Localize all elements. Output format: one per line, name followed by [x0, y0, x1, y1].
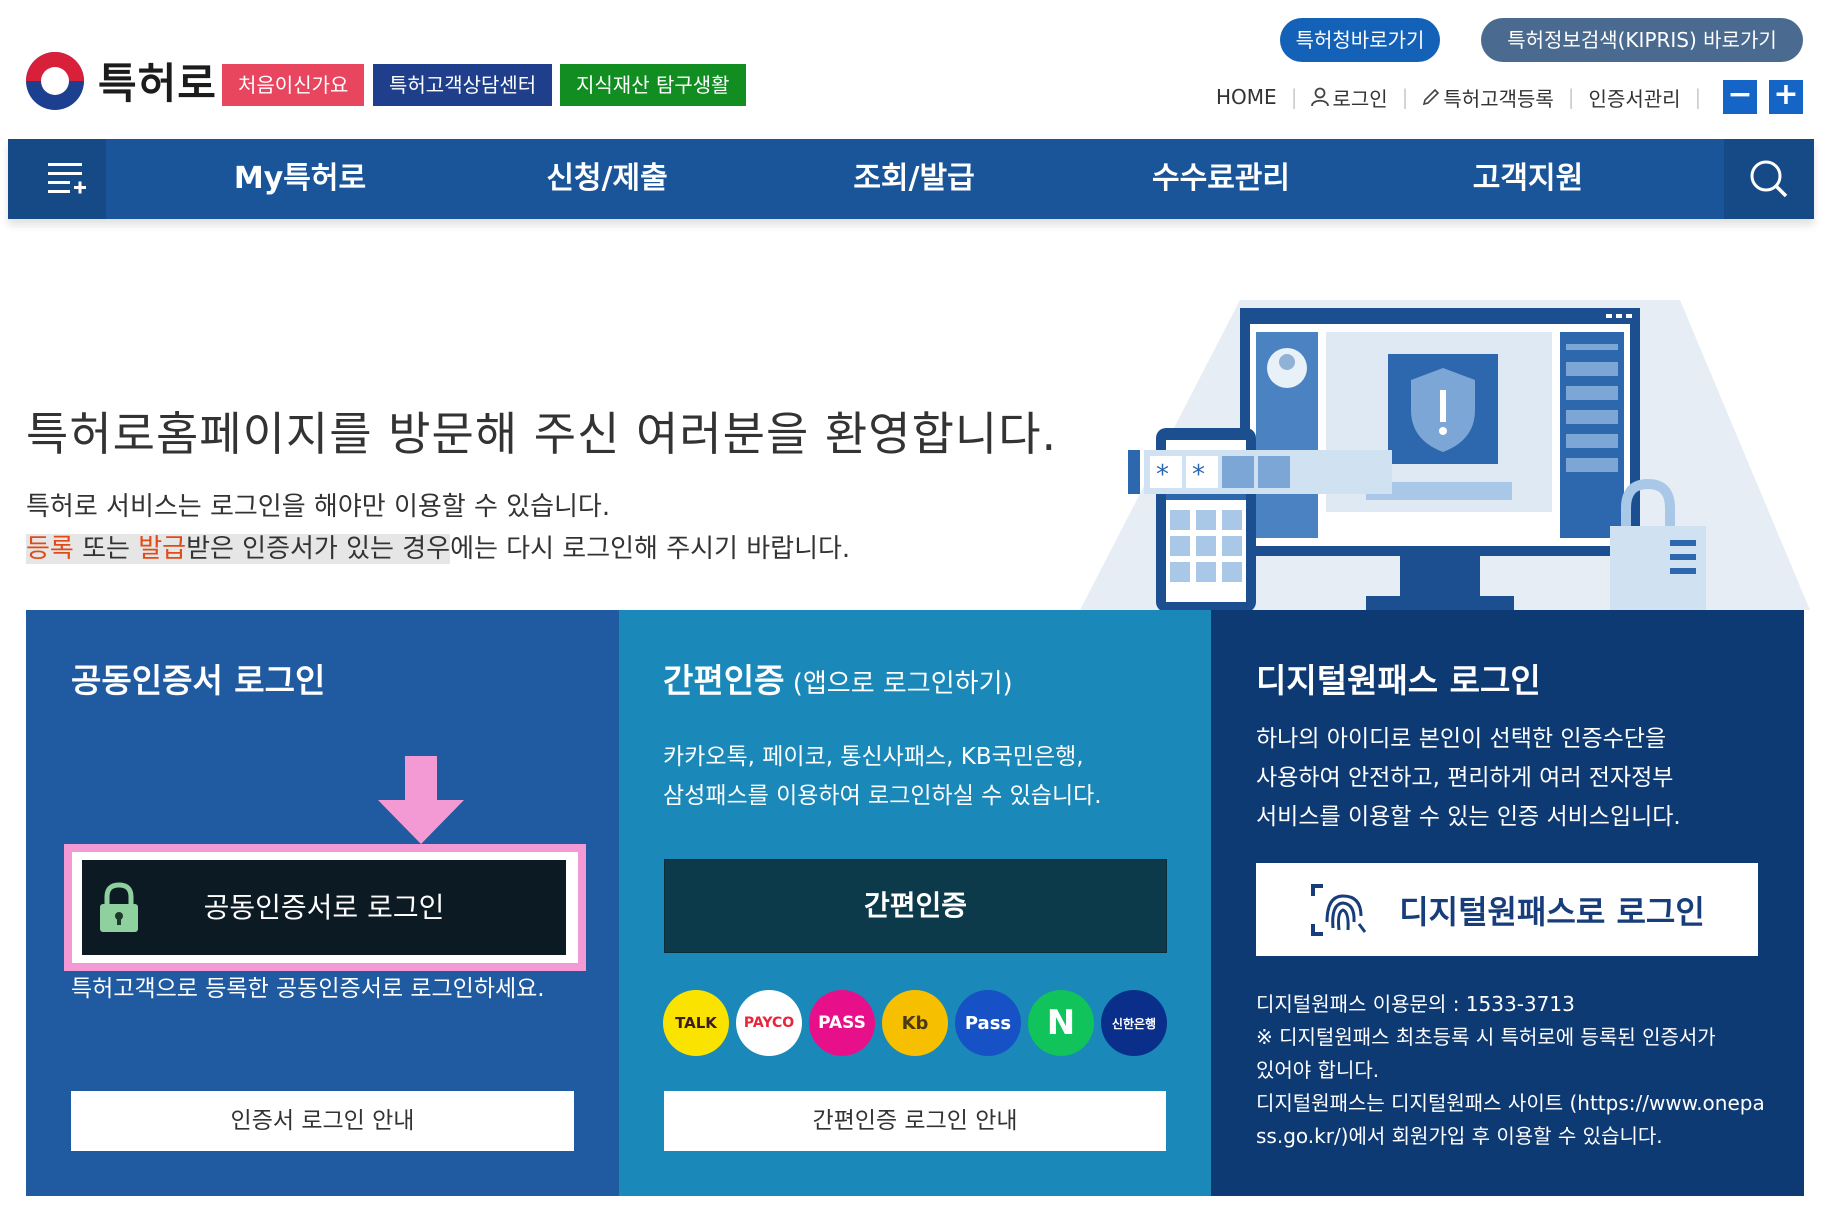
nav-apply-submit[interactable]: 신청/제출	[497, 139, 717, 219]
certificate-login-title: 공동인증서 로그인	[71, 661, 326, 700]
easy-auth-title: 간편인증 (앱으로 로그인하기)	[663, 654, 1013, 702]
digital-onepass-info: 디지털원패스 이용문의 : 1533-3713 ※ 디지털원패스 최초등록 시 …	[1256, 988, 1765, 1153]
fingerprint-icon	[1311, 883, 1367, 936]
certificate-login-button[interactable]: 공동인증서로 로그인	[82, 860, 566, 955]
pink-down-arrow-icon	[378, 756, 464, 844]
notice-text-part: 또는	[73, 534, 139, 564]
utility-menu: HOME | 로그인 | 특허고객등록 | 인증서관리 |	[1216, 82, 1715, 112]
pass-icon[interactable]: PASS	[809, 990, 875, 1056]
svg-text:*: *	[1192, 460, 1205, 490]
nav-fee-management[interactable]: 수수료관리	[1111, 139, 1331, 219]
nav-customer-support[interactable]: 고객지원	[1418, 139, 1638, 219]
government-emblem-icon	[26, 51, 84, 110]
notice-text-part: 받은 인증서가 있는 경우	[186, 534, 451, 564]
kipo-link-button[interactable]: 특허청바로가기	[1280, 18, 1440, 62]
zoom-out-button[interactable]: −	[1723, 80, 1757, 114]
zoom-in-button[interactable]: +	[1769, 80, 1803, 114]
svg-text:*: *	[1156, 460, 1169, 490]
digital-onepass-desc-2: 사용하여 안전하고, 편리하게 여러 전자정부	[1256, 765, 1674, 791]
login-required-text: 특허로 서비스는 로그인을 해야만 이용할 수 있습니다.	[26, 492, 611, 522]
digital-onepass-desc-1: 하나의 아이디로 본인이 선택한 인증수단을	[1256, 726, 1667, 752]
login-label: 로그인	[1332, 86, 1388, 111]
digital-onepass-login-button[interactable]: 디지털원패스로 로그인	[1256, 863, 1758, 956]
search-icon	[1750, 160, 1788, 198]
kb-bank-icon[interactable]: Kb	[882, 990, 948, 1056]
easy-auth-desc-1: 카카오톡, 페이코, 통신사패스, KB국민은행,	[663, 744, 1084, 770]
kakaotalk-icon[interactable]: TALK	[663, 990, 729, 1056]
divider: |	[1567, 85, 1575, 109]
login-link[interactable]: 로그인	[1311, 83, 1388, 112]
register-label: 특허고객등록	[1443, 86, 1554, 111]
divider: |	[1290, 85, 1298, 109]
home-link[interactable]: HOME	[1216, 85, 1277, 109]
onepass-contact: 디지털원패스 이용문의 : 1533-3713	[1256, 992, 1575, 1016]
notice-text-part: 에는 다시 로그인해 주시기 바랍니다.	[450, 534, 851, 564]
menu-icon	[48, 163, 86, 194]
easy-auth-guide-button[interactable]: 간편인증 로그인 안내	[664, 1091, 1166, 1151]
certificate-login-label: 공동인증서로 로그인	[203, 891, 445, 924]
ip-exploration-button[interactable]: 지식재산 탐구생활	[560, 64, 746, 106]
digital-onepass-desc-3: 서비스를 이용할 수 있는 인증 서비스입니다.	[1256, 804, 1681, 830]
payco-icon[interactable]: PAYCO	[736, 990, 802, 1056]
customer-center-button[interactable]: 특허고객상담센터	[373, 64, 553, 106]
samsung-pass-icon[interactable]: Pass	[955, 990, 1021, 1056]
divider: |	[1401, 85, 1409, 109]
issue-word: 발급	[138, 534, 187, 564]
easy-auth-desc-2: 삼성패스를 이용하여 로그인하실 수 있습니다.	[663, 783, 1102, 809]
certificate-guide-button[interactable]: 인증서 로그인 안내	[71, 1091, 574, 1151]
logo-text: 특허로	[98, 59, 217, 108]
naver-icon[interactable]: N	[1028, 990, 1094, 1056]
nav-my-patentro[interactable]: My특허로	[190, 139, 410, 219]
relogin-notice: 등록 또는 발급받은 인증서가 있는 경우에는 다시 로그인해 주시기 바랍니다…	[26, 528, 850, 565]
register-link[interactable]: 특허고객등록	[1422, 83, 1554, 112]
onepass-notice-2: 있어야 합니다.	[1256, 1058, 1380, 1082]
certificate-login-note: 특허고객으로 등록한 공동인증서로 로그인하세요.	[71, 976, 545, 1002]
register-word: 등록	[26, 534, 74, 564]
onepass-notice-4: ss.go.kr/)에서 회원가입 후 이용할 수 있습니다.	[1256, 1124, 1663, 1148]
easy-auth-title-sub: (앱으로 로그인하기)	[784, 669, 1013, 699]
search-button[interactable]	[1724, 139, 1814, 219]
shinhan-bank-icon[interactable]: 신한은행	[1101, 990, 1167, 1056]
site-logo[interactable]: 특허로	[26, 50, 217, 111]
onepass-notice-3: 디지털원패스는 디지털원패스 사이트 (https://www.onepa	[1256, 1091, 1765, 1115]
divider: |	[1694, 85, 1702, 109]
lock-icon	[100, 882, 138, 932]
first-visit-button[interactable]: 처음이신가요	[222, 64, 365, 106]
all-menu-button[interactable]	[8, 139, 106, 219]
easy-auth-title-text: 간편인증	[663, 661, 785, 700]
security-illustration: * *	[1080, 300, 1810, 612]
pencil-icon	[1423, 88, 1440, 106]
user-icon	[1311, 87, 1330, 107]
onepass-notice-1: ※ 디지털원패스 최초등록 시 특허로에 등록된 인증서가	[1256, 1025, 1716, 1049]
digital-onepass-title: 디지털원패스 로그인	[1256, 661, 1541, 700]
cert-management-link[interactable]: 인증서관리	[1589, 83, 1681, 112]
welcome-heading: 특허로홈페이지를 방문해 주신 여러분을 환영합니다.	[26, 407, 1058, 461]
digital-onepass-login-label: 디지털원패스로 로그인	[1399, 892, 1705, 931]
nav-inquiry-issue[interactable]: 조회/발급	[804, 139, 1024, 219]
easy-auth-button[interactable]: 간편인증	[664, 859, 1167, 953]
kipris-link-button[interactable]: 특허정보검색(KIPRIS) 바로가기	[1481, 18, 1803, 62]
